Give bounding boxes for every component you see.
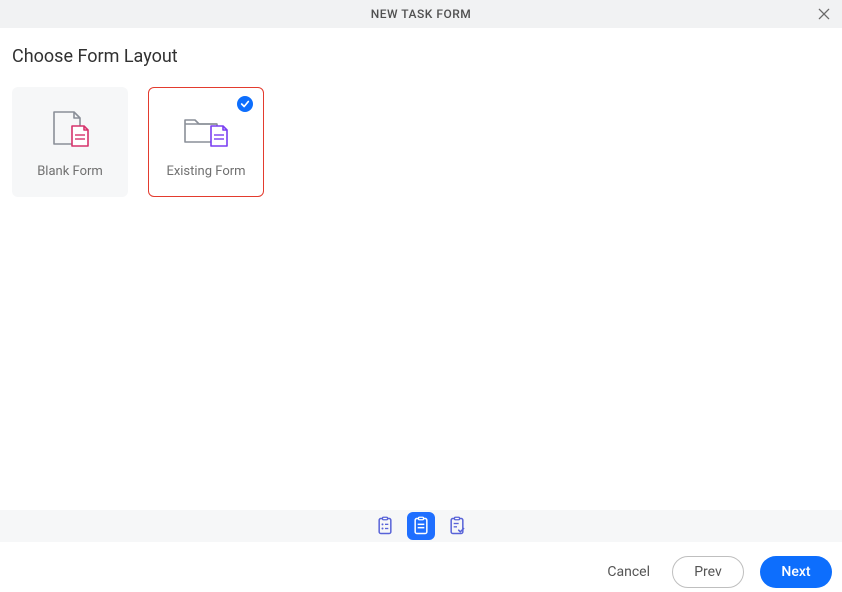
dialog-content: Choose Form Layout Blank Form <box>0 28 842 197</box>
blank-form-icon <box>48 106 92 152</box>
selected-check-icon <box>237 96 253 112</box>
step-2-icon[interactable] <box>407 512 435 540</box>
close-button[interactable] <box>812 2 836 26</box>
wizard-stepper <box>0 510 842 542</box>
close-icon <box>816 6 832 22</box>
dialog-header: NEW TASK FORM <box>0 0 842 28</box>
cancel-button[interactable]: Cancel <box>601 556 656 588</box>
card-existing-form[interactable]: Existing Form <box>148 87 264 197</box>
dialog-footer: Cancel Prev Next <box>0 552 842 592</box>
dialog-title: NEW TASK FORM <box>0 7 842 21</box>
step-1-icon[interactable] <box>371 512 399 540</box>
card-existing-label: Existing Form <box>166 164 245 179</box>
step-3-icon[interactable] <box>443 512 471 540</box>
card-blank-form[interactable]: Blank Form <box>12 87 128 197</box>
existing-form-icon <box>181 106 231 152</box>
section-title: Choose Form Layout <box>12 46 830 67</box>
next-button[interactable]: Next <box>760 556 832 588</box>
prev-button[interactable]: Prev <box>672 556 744 588</box>
layout-options: Blank Form Existing Form <box>12 87 830 197</box>
card-blank-label: Blank Form <box>37 164 103 179</box>
